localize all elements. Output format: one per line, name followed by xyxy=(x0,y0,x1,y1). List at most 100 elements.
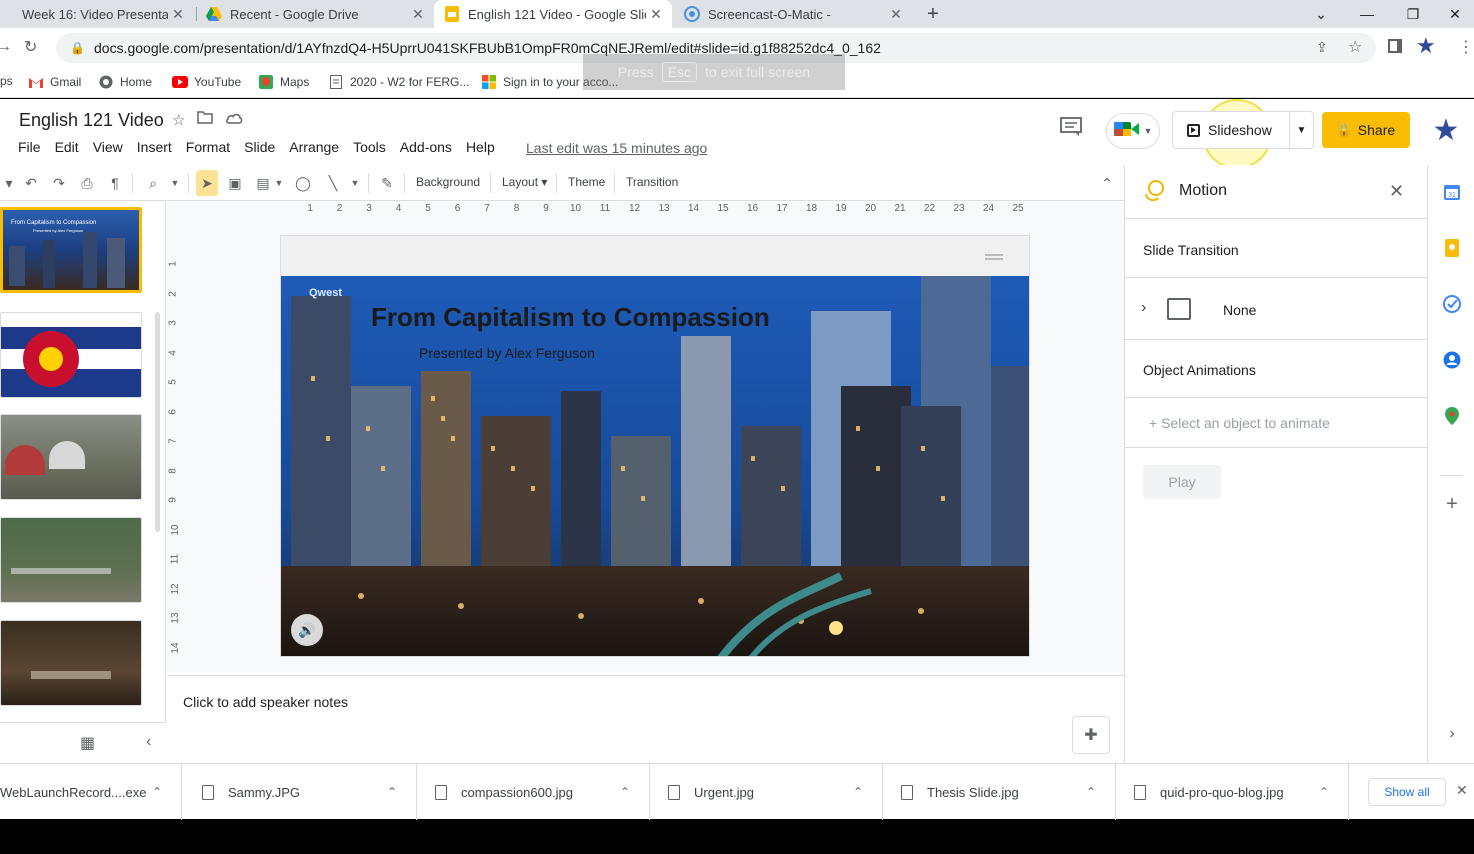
tab-slides[interactable]: English 121 Video - Google Slide ✕ xyxy=(434,0,672,28)
select-cursor-icon[interactable]: ➤ xyxy=(198,174,216,192)
zoom-icon[interactable]: ⌕ xyxy=(144,174,162,192)
forward-icon[interactable]: → xyxy=(0,38,12,56)
speaker-icon[interactable]: 🔊 xyxy=(291,614,323,646)
chevron-up-icon[interactable]: ⌃ xyxy=(382,785,402,799)
transition-value[interactable]: None xyxy=(1223,302,1256,318)
calendar-icon[interactable]: 31 xyxy=(1443,183,1461,201)
slideshow-button[interactable]: Slideshow ▼ xyxy=(1172,111,1314,149)
tasks-icon[interactable] xyxy=(1443,295,1461,313)
speaker-notes[interactable]: Click to add speaker notes ✚ xyxy=(167,675,1124,763)
slide-thumbnail-2[interactable] xyxy=(0,312,142,398)
chevron-down-icon[interactable]: ▼ xyxy=(1289,112,1313,148)
play-button[interactable]: Play xyxy=(1143,465,1221,499)
slide-thumbnail-3[interactable] xyxy=(0,414,142,500)
menu-tools[interactable]: Tools xyxy=(353,139,386,155)
transition-button[interactable]: Transition xyxy=(626,175,678,189)
browser-menu-icon[interactable]: ⋮ xyxy=(1458,37,1474,57)
bookmark-w2[interactable]: 2020 - W2 for FERG... xyxy=(328,74,469,90)
new-slide-chevron-icon[interactable]: ▾ xyxy=(0,174,18,192)
chevron-up-icon[interactable]: ⌃ xyxy=(1314,785,1334,799)
slide-thumbnail-5[interactable] xyxy=(0,620,142,706)
slide-thumbnail-4[interactable] xyxy=(0,517,142,603)
reload-icon[interactable]: ↻ xyxy=(24,37,37,57)
tab-search-icon[interactable]: ⌄ xyxy=(1298,0,1344,28)
document-title[interactable]: English 121 Video xyxy=(19,110,164,131)
shape-icon[interactable]: ◯ xyxy=(294,174,312,192)
slide-thumbnail-1[interactable]: From Capitalism to Compassion Presented … xyxy=(0,207,142,293)
theme-button[interactable]: Theme xyxy=(568,175,605,189)
chevron-up-icon[interactable]: ⌃ xyxy=(848,785,868,799)
chevron-up-icon[interactable]: ⌃ xyxy=(1081,785,1101,799)
account-avatar[interactable]: ★ xyxy=(1429,113,1463,147)
maps-icon[interactable] xyxy=(1443,407,1461,425)
print-icon[interactable]: ⎙ xyxy=(78,174,96,192)
slide-canvas[interactable]: Qwest From Capitalism to Compassion Pres… xyxy=(280,235,1030,657)
comment-history-icon[interactable] xyxy=(1060,117,1086,141)
download-item[interactable]: compassion600.jpg ⌃ xyxy=(417,764,650,820)
menu-insert[interactable]: Insert xyxy=(137,139,172,155)
add-animation-button[interactable]: + Select an object to animate xyxy=(1149,415,1330,431)
download-item[interactable]: Urgent.jpg ⌃ xyxy=(650,764,883,820)
chevron-right-icon[interactable]: › xyxy=(1443,725,1461,743)
profile-icon[interactable]: ★ xyxy=(1416,33,1436,59)
meet-button[interactable]: ▼ xyxy=(1106,113,1160,149)
close-icon[interactable]: ✕ xyxy=(408,6,428,23)
paint-format-icon[interactable]: ¶ xyxy=(106,174,124,192)
layout-button[interactable]: Layout ▾ xyxy=(502,175,547,189)
new-tab-button[interactable]: + xyxy=(922,3,944,25)
move-folder-icon[interactable] xyxy=(197,111,214,129)
undo-icon[interactable]: ↶ xyxy=(22,174,40,192)
keep-icon[interactable] xyxy=(1443,239,1461,257)
chevron-right-icon[interactable]: › xyxy=(1141,299,1146,317)
filmstrip-scrollbar[interactable] xyxy=(155,312,160,532)
share-page-icon[interactable]: ⇪ xyxy=(1316,39,1328,56)
collapse-filmstrip-icon[interactable]: ‹ xyxy=(146,733,151,751)
bookmark-gmail[interactable]: Gmail xyxy=(28,74,81,90)
collapse-toolbar-icon[interactable]: ⌃ xyxy=(1098,174,1116,192)
background-button[interactable]: Background xyxy=(416,175,480,189)
explore-icon[interactable]: ✚ xyxy=(1072,716,1110,754)
bookmark-home[interactable]: Home xyxy=(98,74,152,90)
close-icon[interactable]: ✕ xyxy=(1389,181,1404,202)
slide-subtitle[interactable]: Presented by Alex Ferguson xyxy=(419,345,595,361)
share-button[interactable]: 🔒 Share xyxy=(1322,112,1410,148)
add-comment-icon[interactable]: ✎ xyxy=(378,174,396,192)
download-item[interactable]: WebLaunchRecord....exe ⌃ xyxy=(0,764,182,820)
contacts-icon[interactable] xyxy=(1443,351,1461,369)
close-icon[interactable]: ✕ xyxy=(886,6,906,23)
chevron-up-icon[interactable]: ⌃ xyxy=(147,785,167,799)
city-skyline-image[interactable] xyxy=(281,276,1029,656)
bookmark-star-icon[interactable]: ☆ xyxy=(1348,37,1362,57)
menu-arrange[interactable]: Arrange xyxy=(289,139,339,155)
image-chevron-icon[interactable]: ▼ xyxy=(270,174,288,192)
side-panel-icon[interactable] xyxy=(1388,39,1402,53)
line-chevron-icon[interactable]: ▼ xyxy=(346,174,364,192)
last-edit-link[interactable]: Last edit was 15 minutes ago xyxy=(526,140,707,156)
download-item[interactable]: Thesis Slide.jpg ⌃ xyxy=(883,764,1116,820)
menu-view[interactable]: View xyxy=(93,139,123,155)
tab-google-drive[interactable]: Recent - Google Drive ✕ xyxy=(196,0,434,28)
text-box-icon[interactable]: ▣ xyxy=(226,174,244,192)
line-icon[interactable]: ╲ xyxy=(324,174,342,192)
menu-slide[interactable]: Slide xyxy=(244,139,275,155)
bookmark-youtube[interactable]: YouTube xyxy=(172,74,241,90)
chevron-up-icon[interactable]: ⌃ xyxy=(615,785,635,799)
grid-view-icon[interactable]: ▦ xyxy=(80,733,95,753)
bookmark-maps[interactable]: Maps xyxy=(258,74,309,90)
close-window-button[interactable]: ✕ xyxy=(1432,0,1474,28)
close-icon[interactable]: ✕ xyxy=(168,6,188,23)
bookmark-apps[interactable]: ps xyxy=(0,74,13,88)
restore-button[interactable]: ❐ xyxy=(1390,0,1436,28)
star-icon[interactable]: ☆ xyxy=(172,111,185,129)
cloud-status-icon[interactable] xyxy=(225,111,243,129)
download-item[interactable]: quid-pro-quo-blog.jpg ⌃ xyxy=(1116,764,1349,820)
menu-format[interactable]: Format xyxy=(186,139,230,155)
menu-help[interactable]: Help xyxy=(466,139,495,155)
close-icon[interactable]: ✕ xyxy=(646,6,666,23)
slide-title[interactable]: From Capitalism to Compassion xyxy=(371,302,770,333)
redo-icon[interactable]: ↷ xyxy=(50,174,68,192)
add-addon-icon[interactable]: + xyxy=(1443,493,1461,515)
menu-addons[interactable]: Add-ons xyxy=(400,139,452,155)
zoom-chevron-icon[interactable]: ▼ xyxy=(166,174,184,192)
show-all-button[interactable]: Show all xyxy=(1368,778,1446,806)
